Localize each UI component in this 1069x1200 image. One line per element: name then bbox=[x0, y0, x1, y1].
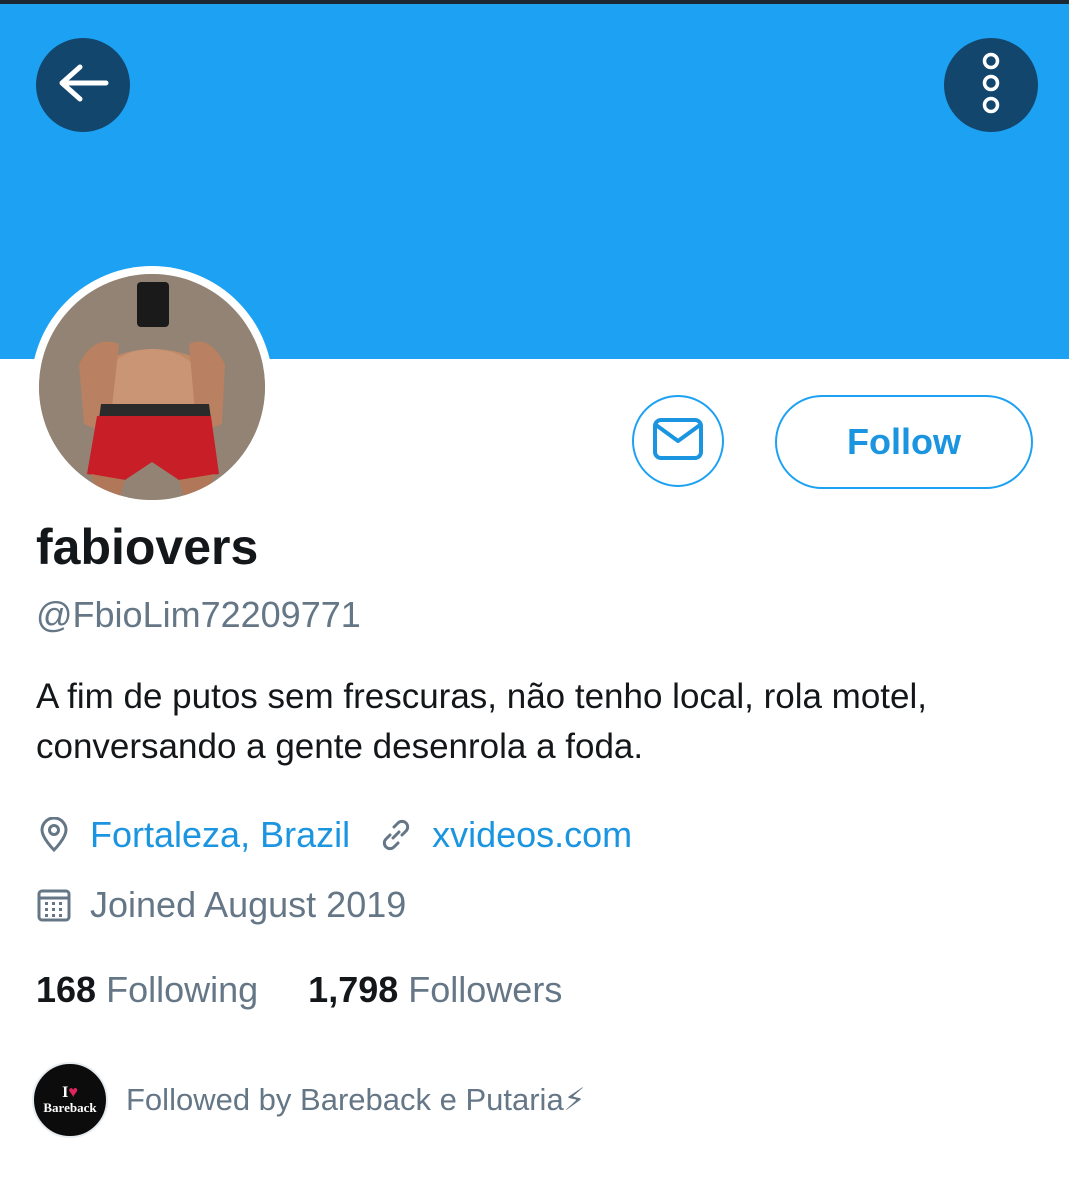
location-pin-icon bbox=[36, 817, 72, 853]
follow-stats: 168 Following 1,798 Followers bbox=[36, 965, 612, 1015]
user-handle: @FbioLim72209771 bbox=[36, 594, 361, 635]
followed-by-row[interactable]: I♥ Bareback Followed by Bareback e Putar… bbox=[32, 1062, 585, 1138]
followed-by-text: Followed by Bareback e Putaria⚡ bbox=[126, 1082, 586, 1117]
heart-icon: ♥ bbox=[68, 1084, 78, 1101]
message-button[interactable] bbox=[632, 395, 724, 487]
followers-count: 1,798 bbox=[308, 969, 399, 1010]
location-link[interactable]: Fortaleza, Brazil bbox=[90, 810, 350, 860]
back-button[interactable] bbox=[36, 38, 130, 132]
display-name: fabiovers bbox=[36, 519, 259, 575]
followers-stat[interactable]: 1,798 Followers bbox=[308, 965, 562, 1015]
follow-button[interactable]: Follow bbox=[775, 395, 1033, 489]
profile-meta-joined: Joined August 2019 bbox=[36, 880, 406, 930]
joined-date: Joined August 2019 bbox=[90, 884, 407, 925]
follower-avatar-text-line2: Bareback bbox=[43, 1100, 97, 1115]
profile-avatar[interactable] bbox=[31, 266, 273, 508]
calendar-icon bbox=[36, 887, 72, 923]
profile-meta-location-website: Fortaleza, Brazil xvideos.com bbox=[36, 810, 632, 860]
follower-avatar: I♥ Bareback bbox=[32, 1062, 108, 1138]
following-count: 168 bbox=[36, 969, 97, 1010]
following-stat[interactable]: 168 Following bbox=[36, 965, 258, 1015]
website-link[interactable]: xvideos.com bbox=[432, 810, 632, 860]
more-options-button[interactable] bbox=[944, 38, 1038, 132]
link-icon bbox=[378, 817, 414, 853]
arrow-left-icon bbox=[56, 63, 110, 108]
more-vertical-icon bbox=[979, 51, 1003, 120]
followers-label: Followers bbox=[408, 969, 563, 1010]
avatar-image bbox=[39, 274, 265, 500]
profile-bio: A fim de putos sem frescuras, não tenho … bbox=[36, 677, 927, 766]
envelope-icon bbox=[652, 417, 704, 466]
following-label: Following bbox=[106, 969, 259, 1010]
